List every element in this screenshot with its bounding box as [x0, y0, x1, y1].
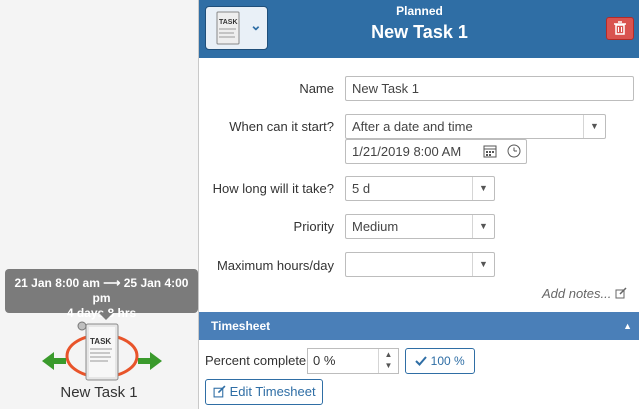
move-left-arrow-icon [42, 352, 66, 370]
name-input[interactable]: New Task 1 [345, 76, 634, 101]
duration-label: How long will it take? [212, 181, 334, 196]
move-right-arrow-icon [138, 352, 162, 370]
task-node[interactable]: TASK [40, 318, 165, 382]
svg-text:TASK: TASK [90, 337, 111, 346]
task-title: New Task 1 [371, 22, 468, 42]
start-option-select[interactable]: After a date and time ▼ [345, 114, 606, 139]
percent-complete-value: 0 % [313, 353, 336, 368]
duration-select[interactable]: 5 d ▼ [345, 176, 495, 201]
task-document-icon: TASK [77, 321, 119, 381]
timesheet-title: Timesheet [211, 319, 271, 333]
delete-task-button[interactable] [606, 17, 634, 40]
percent-complete-label: Percent complete [205, 353, 307, 368]
edit-timesheet-button[interactable]: Edit Timesheet [205, 379, 323, 405]
add-notes-label: Add notes... [541, 286, 612, 301]
collapse-icon[interactable]: ▲ [623, 312, 632, 340]
chevron-down-icon: ▼ [472, 215, 494, 238]
checkmark-icon [415, 356, 428, 366]
tooltip-date-range: 21 Jan 8:00 am ⟶ 25 Jan 4:00 pm [14, 276, 189, 305]
trash-icon [614, 21, 626, 35]
start-datetime-input[interactable]: 1/21/2019 8:00 AM [345, 139, 527, 164]
priority-select[interactable]: Medium ▼ [345, 214, 495, 239]
chevron-down-icon: ▼ [472, 177, 494, 200]
name-label: Name [299, 81, 334, 96]
gantt-canvas: 21 Jan 8:00 am ⟶ 25 Jan 4:00 pm 4 days 8… [0, 0, 198, 409]
edit-icon [213, 385, 226, 398]
task-status: Planned [396, 4, 443, 18]
timesheet-section-header[interactable]: Timesheet ▲ [199, 312, 639, 340]
task-node-label[interactable]: New Task 1 [0, 384, 198, 401]
add-notes-link[interactable]: Add notes... [542, 286, 627, 301]
start-option-value: After a date and time [352, 119, 473, 134]
chevron-down-icon: ▼ [472, 253, 494, 276]
start-label: When can it start? [229, 119, 334, 134]
panel-header: TASK ⌄ Planned New Task 1 [199, 0, 639, 58]
complete-100-button[interactable]: 100 % [405, 348, 475, 374]
max-hours-label: Maximum hours/day [216, 258, 334, 273]
complete-100-label: 100 % [430, 354, 465, 368]
chevron-down-icon: ▼ [583, 115, 605, 138]
calendar-icon[interactable] [483, 144, 497, 158]
percent-stepper[interactable]: ▲ ▼ [378, 349, 398, 373]
clock-icon[interactable] [507, 144, 521, 158]
task-tooltip: 21 Jan 8:00 am ⟶ 25 Jan 4:00 pm 4 days 8… [5, 269, 198, 320]
edit-timesheet-label: Edit Timesheet [229, 384, 316, 399]
max-hours-select[interactable]: ▼ [345, 252, 495, 277]
priority-value: Medium [352, 219, 399, 234]
start-datetime-value: 1/21/2019 8:00 AM [352, 144, 462, 159]
priority-label: Priority [293, 219, 334, 234]
task-properties-panel: TASK ⌄ Planned New Task 1 Name New Task … [198, 0, 639, 409]
percent-complete-input[interactable]: 0 % ▲ ▼ [307, 348, 399, 374]
duration-value: 5 d [352, 181, 371, 196]
edit-icon [615, 287, 627, 299]
